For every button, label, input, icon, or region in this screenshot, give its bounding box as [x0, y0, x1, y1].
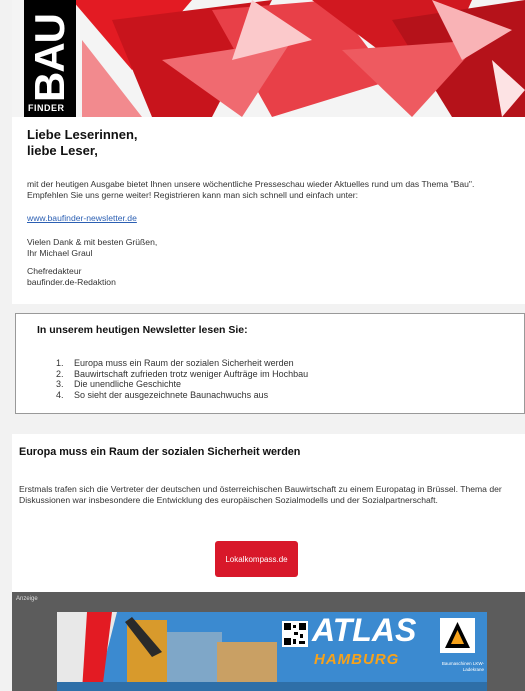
toc-item[interactable]: 3. Die unendliche Geschichte [56, 379, 308, 390]
ad-brand: ATLAS [312, 612, 417, 648]
ad-city: HAMBURG [314, 651, 400, 668]
toc-item-number: 4. [56, 389, 64, 400]
logo-finder-text: FINDER [28, 103, 65, 113]
signature-line-2: baufinder.de-Redaktion [27, 277, 116, 287]
ad-label: Anzeige [16, 596, 38, 602]
toc-item-text: So sieht der ausgezeichnete Baunachwuchs… [74, 389, 269, 400]
greeting-line-1: Liebe Leserinnen, [27, 127, 138, 142]
header-banner: BAU FINDER [12, 0, 525, 117]
intro-section: Liebe Leserinnen, liebe Leser, mit der h… [12, 117, 525, 304]
toc-item-text: Bauwirtschaft zufrieden trotz weniger Au… [74, 368, 309, 379]
greeting: Liebe Leserinnen, liebe Leser, [27, 127, 138, 159]
closing-line-1: Vielen Dank & mit besten Grüßen, [27, 237, 158, 247]
toc-list: 1. Europa muss ein Raum der sozialen Sich… [56, 358, 308, 400]
bau-finder-logo[interactable]: BAU FINDER [24, 0, 76, 117]
atlas-emblem-icon [440, 618, 475, 653]
logo-bau-text: BAU [26, 14, 73, 102]
signature-line-1: Chefredakteur [27, 266, 82, 276]
toc-item[interactable]: 2. Bauwirtschaft zufrieden trotz weniger … [56, 369, 308, 380]
article-body: Erstmals trafen sich die Vertreter der d… [19, 484, 502, 505]
toc-item-number: 3. [56, 379, 64, 389]
article-title: Europa muss ein Raum der sozialen Sicher… [19, 446, 301, 458]
source-link-button[interactable]: Lokalkompass.de [215, 541, 298, 577]
intro-body: mit der heutigen Ausgabe bietet Ihnen un… [27, 179, 475, 200]
signature: Chefredakteur baufinder.de-Redaktion [27, 266, 116, 288]
closing-text: Vielen Dank & mit besten Grüßen, Ihr Mic… [27, 237, 157, 259]
toc-item[interactable]: 1. Europa muss ein Raum der sozialen Sich… [56, 358, 308, 369]
toc-item-text: Europa muss ein Raum der sozialen Sicher… [74, 358, 294, 368]
toc-item-number: 1. [56, 358, 64, 368]
table-of-contents: In unserem heutigen Newsletter lesen Sie… [15, 313, 525, 414]
header-graphic [12, 0, 525, 117]
newsletter-link[interactable]: www.baufinder-newsletter.de [27, 213, 137, 223]
ad-banner[interactable]: ATLAS HAMBURG Baumaschinen LKW-Ladekrane [57, 612, 487, 691]
toc-item-number: 2. [56, 368, 64, 379]
advertisement: Anzeige ATLAS HAMBURG Baumaschinen LKW-L… [12, 592, 525, 691]
ad-background-graphic [57, 612, 487, 691]
toc-title: In unserem heutigen Newsletter lesen Sie… [37, 324, 248, 336]
qr-code [282, 621, 308, 647]
article-section: Europa muss ein Raum der sozialen Sicher… [12, 434, 525, 592]
toc-item[interactable]: 4. So sieht der ausgezeichnete Baunachwuc… [56, 390, 308, 401]
greeting-line-2: liebe Leser, [27, 143, 98, 158]
ad-small-text: Baumaschinen LKW-Ladekrane [441, 661, 484, 672]
toc-item-text: Die unendliche Geschichte [74, 379, 182, 389]
closing-line-2: Ihr Michael Graul [27, 248, 93, 258]
